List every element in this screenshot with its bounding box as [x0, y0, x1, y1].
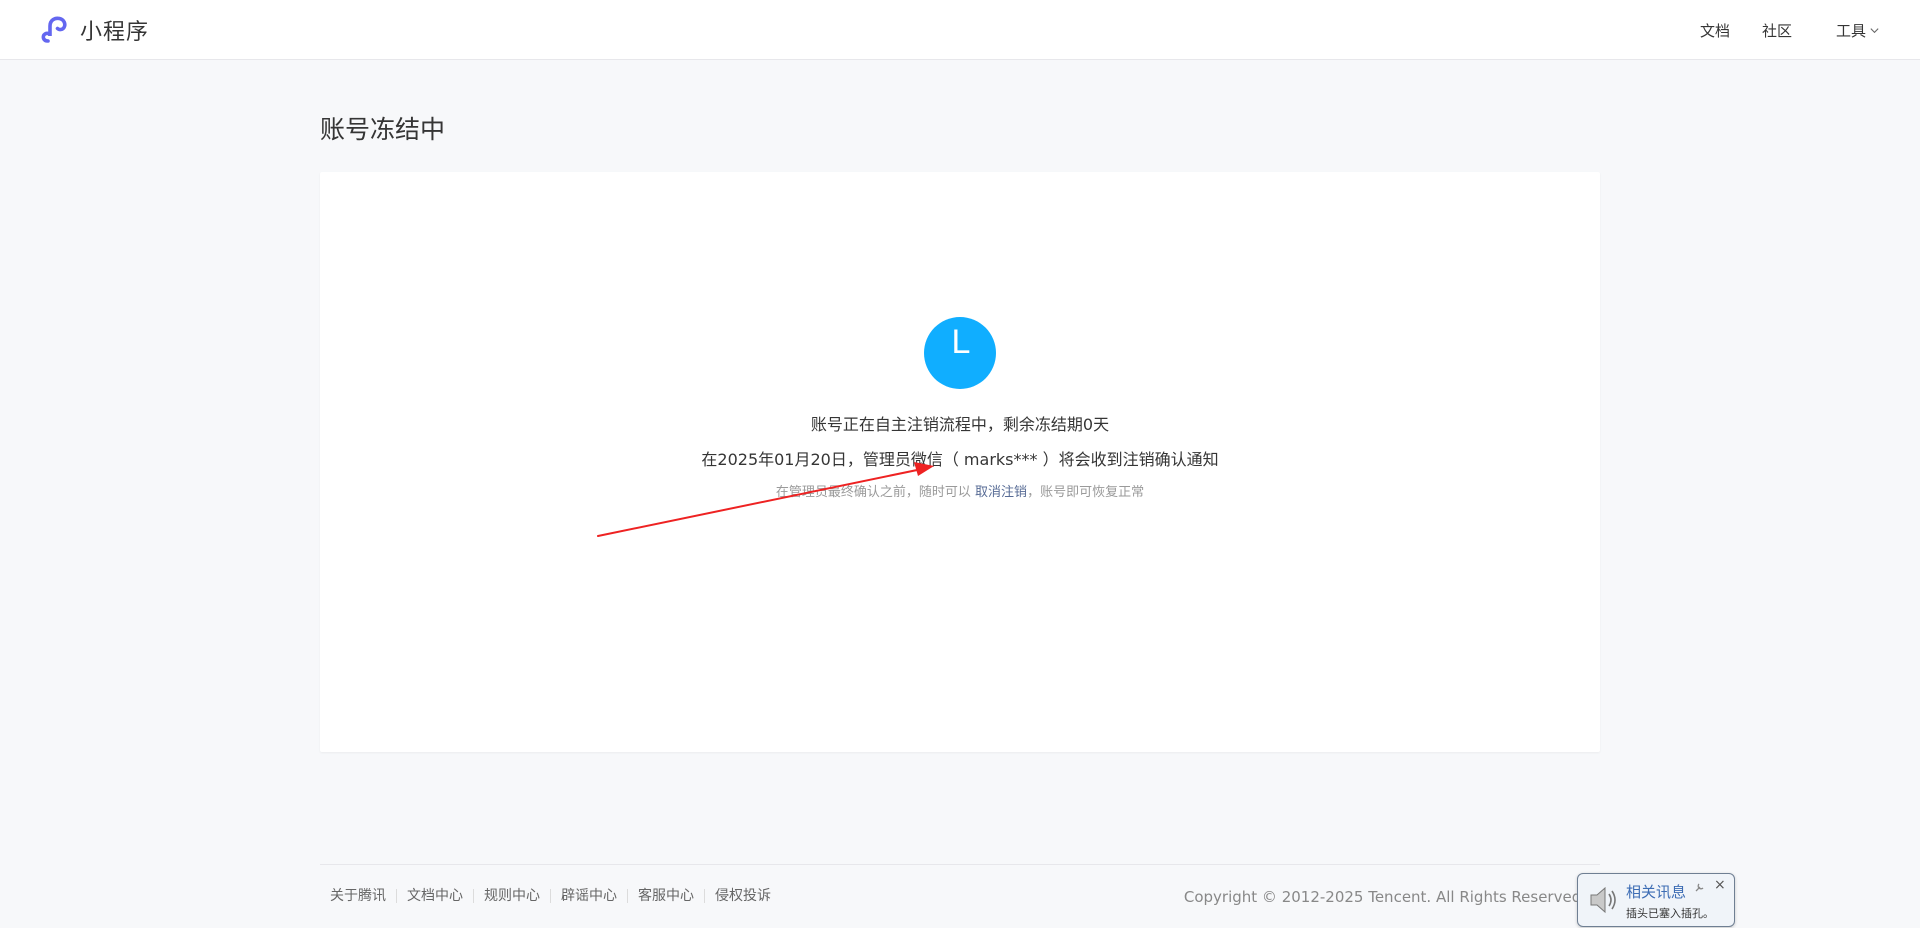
footer-link-complaint[interactable]: 侵权投诉 [704, 889, 781, 903]
notification-title: 相关讯息 [1626, 883, 1687, 901]
wrench-icon [1695, 883, 1704, 892]
footer-link-docs[interactable]: 文档中心 [396, 889, 473, 903]
clock-status-icon: L [924, 317, 996, 389]
nav-community-link[interactable]: 社区 [1762, 20, 1792, 41]
speaker-icon [1590, 886, 1616, 914]
nav-tools-dropdown[interactable]: 工具 [1836, 20, 1880, 41]
brand-logo-link[interactable]: 小程序 [39, 14, 149, 46]
nav-tools-label: 工具 [1835, 21, 1866, 40]
hint-text-before: 在管理员最终确认之前，随时可以 [775, 485, 976, 500]
footer-link-about[interactable]: 关于腾讯 [330, 889, 396, 903]
hint-message: 在管理员最终确认之前，随时可以 取消注销，账号即可恢复正常 [320, 481, 1600, 500]
top-navigation-bar: 小程序 文档 社区 工具 [0, 0, 1920, 60]
chevron-down-icon [1870, 27, 1879, 33]
page-footer: 关于腾讯 文档中心 规则中心 辟谣中心 客服中心 侵权投诉 Copyright … [320, 864, 1600, 928]
copyright-text: Copyright © 2012-2025 Tencent. All Right… [1183, 888, 1586, 906]
footer-link-rules[interactable]: 规则中心 [473, 889, 550, 903]
brand-name: 小程序 [80, 20, 150, 45]
status-message: 账号正在自主注销流程中，剩余冻结期0天 [810, 415, 1110, 434]
notification-close-icon[interactable]: × [1714, 877, 1726, 893]
nav-docs-link[interactable]: 文档 [1700, 20, 1730, 41]
system-notification[interactable]: 相关讯息 × 插头已塞入插孔。 [1577, 873, 1735, 927]
top-nav: 文档 社区 工具 [1700, 0, 1880, 60]
footer-link-support[interactable]: 客服中心 [627, 889, 704, 903]
cancel-deregistration-link[interactable]: 取消注销 [975, 485, 1027, 500]
footer-link-rumor[interactable]: 辟谣中心 [550, 889, 627, 903]
notice-message: 在2025年01月20日，管理员微信（ marks*** ）将会收到注销确认通知 [701, 450, 1219, 469]
status-card: L 账号正在自主注销流程中，剩余冻结期0天 在2025年01月20日，管理员微信… [320, 172, 1600, 752]
notification-subtitle: 插头已塞入插孔。 [1626, 907, 1714, 920]
page-title: 账号冻结中 [320, 115, 446, 144]
miniprogram-logo-icon [41, 16, 67, 43]
hint-text-after: ，账号即可恢复正常 [1027, 485, 1145, 500]
footer-links: 关于腾讯 文档中心 规则中心 辟谣中心 客服中心 侵权投诉 [330, 889, 781, 903]
status-icon-letter: L [952, 323, 971, 361]
